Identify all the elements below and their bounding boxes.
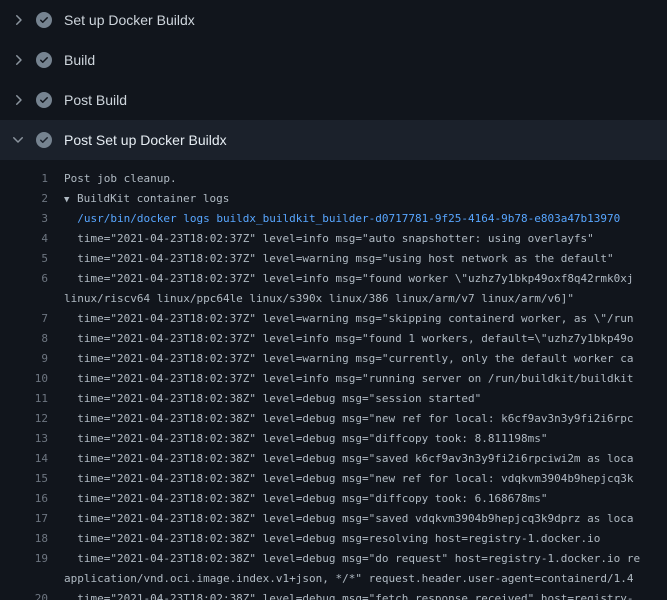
- log-line-text: linux/riscv64 linux/ppc64le linux/s390x …: [48, 292, 574, 305]
- log-line-text: application/vnd.oci.image.index.v1+json,…: [48, 572, 634, 585]
- log-line-text: time="2021-04-23T18:02:38Z" level=debug …: [48, 592, 634, 600]
- log-line: 19 time="2021-04-23T18:02:38Z" level=deb…: [0, 548, 667, 568]
- log-line-continuation: application/vnd.oci.image.index.v1+json,…: [0, 568, 667, 588]
- log-line-text: time="2021-04-23T18:02:37Z" level=info m…: [48, 372, 634, 385]
- log-line-text: time="2021-04-23T18:02:38Z" level=debug …: [48, 532, 600, 545]
- log-line-number[interactable]: 9: [0, 352, 48, 365]
- step-title: Set up Docker Buildx: [64, 12, 195, 28]
- log-line: 12 time="2021-04-23T18:02:38Z" level=deb…: [0, 408, 667, 428]
- log-line-number[interactable]: 6: [0, 272, 48, 285]
- log-command-text: /usr/bin/docker logs buildx_buildkit_bui…: [48, 212, 620, 225]
- log-line-text: time="2021-04-23T18:02:37Z" level=warnin…: [48, 352, 634, 365]
- log-line-number[interactable]: 11: [0, 392, 48, 405]
- log-line: 5 time="2021-04-23T18:02:37Z" level=warn…: [0, 248, 667, 268]
- log-line-text: time="2021-04-23T18:02:38Z" level=debug …: [48, 412, 634, 425]
- log-line: 14 time="2021-04-23T18:02:38Z" level=deb…: [0, 448, 667, 468]
- log-line: 15 time="2021-04-23T18:02:38Z" level=deb…: [0, 468, 667, 488]
- check-circle-icon: [36, 12, 52, 28]
- check-circle-icon: [36, 52, 52, 68]
- step-title: Post Build: [64, 92, 127, 108]
- log-line-text: time="2021-04-23T18:02:38Z" level=debug …: [48, 492, 547, 505]
- log-line-continuation: linux/riscv64 linux/ppc64le linux/s390x …: [0, 288, 667, 308]
- log-line-text: time="2021-04-23T18:02:38Z" level=debug …: [48, 452, 634, 465]
- log-line-text: time="2021-04-23T18:02:37Z" level=info m…: [48, 332, 634, 345]
- workflow-log-viewer: Set up Docker Buildx Build Post Build Post …: [0, 0, 667, 600]
- log-line-number[interactable]: 20: [0, 592, 48, 600]
- log-line-number[interactable]: 13: [0, 432, 48, 445]
- log-line: 16 time="2021-04-23T18:02:38Z" level=deb…: [0, 488, 667, 508]
- log-line-number[interactable]: 15: [0, 472, 48, 485]
- log-line-number[interactable]: 17: [0, 512, 48, 525]
- log-line: 17 time="2021-04-23T18:02:38Z" level=deb…: [0, 508, 667, 528]
- log-line-number[interactable]: 4: [0, 232, 48, 245]
- log-line-number[interactable]: 8: [0, 332, 48, 345]
- steps-list: Set up Docker Buildx Build Post Build Post …: [0, 0, 667, 160]
- log-line: 9 time="2021-04-23T18:02:37Z" level=warn…: [0, 348, 667, 368]
- log-line-number[interactable]: 14: [0, 452, 48, 465]
- chevron-down-icon[interactable]: [10, 132, 26, 148]
- log-line-text: time="2021-04-23T18:02:38Z" level=debug …: [48, 552, 640, 565]
- log-line-text: time="2021-04-23T18:02:38Z" level=debug …: [48, 392, 481, 405]
- log-line-text: time="2021-04-23T18:02:38Z" level=debug …: [48, 512, 634, 525]
- log-line-number[interactable]: 18: [0, 532, 48, 545]
- step-title: Build: [64, 52, 95, 68]
- log-line: 11 time="2021-04-23T18:02:38Z" level=deb…: [0, 388, 667, 408]
- log-line-text: Post job cleanup.: [48, 172, 177, 185]
- log-line-text: time="2021-04-23T18:02:37Z" level=info m…: [48, 272, 634, 285]
- log-line-number[interactable]: 10: [0, 372, 48, 385]
- log-line: 3 /usr/bin/docker logs buildx_buildkit_b…: [0, 208, 667, 228]
- log-line: 2▼BuildKit container logs: [0, 188, 667, 208]
- log-line: 18 time="2021-04-23T18:02:38Z" level=deb…: [0, 528, 667, 548]
- group-expanded-icon[interactable]: ▼: [64, 195, 77, 205]
- chevron-right-icon[interactable]: [10, 52, 26, 68]
- chevron-right-icon[interactable]: [10, 92, 26, 108]
- log-line: 13 time="2021-04-23T18:02:38Z" level=deb…: [0, 428, 667, 448]
- check-circle-icon: [36, 92, 52, 108]
- log-line: 4 time="2021-04-23T18:02:37Z" level=info…: [0, 228, 667, 248]
- step-post-build[interactable]: Post Build: [0, 80, 667, 120]
- log-line: 1Post job cleanup.: [0, 168, 667, 188]
- log-line-number[interactable]: 19: [0, 552, 48, 565]
- log-line-number[interactable]: 16: [0, 492, 48, 505]
- log-line: 20 time="2021-04-23T18:02:38Z" level=deb…: [0, 588, 667, 600]
- log-line-number[interactable]: 12: [0, 412, 48, 425]
- log-line: 7 time="2021-04-23T18:02:37Z" level=warn…: [0, 308, 667, 328]
- log-line: 8 time="2021-04-23T18:02:37Z" level=info…: [0, 328, 667, 348]
- step-build[interactable]: Build: [0, 40, 667, 80]
- check-circle-icon: [36, 132, 52, 148]
- log-line-text: time="2021-04-23T18:02:37Z" level=warnin…: [48, 252, 614, 265]
- chevron-right-icon[interactable]: [10, 12, 26, 28]
- log-line: 6 time="2021-04-23T18:02:37Z" level=info…: [0, 268, 667, 288]
- log-line-text: time="2021-04-23T18:02:38Z" level=debug …: [48, 472, 634, 485]
- log-line-number[interactable]: 2: [0, 192, 48, 205]
- log-line-text: time="2021-04-23T18:02:38Z" level=debug …: [48, 432, 547, 445]
- log-line-number[interactable]: 5: [0, 252, 48, 265]
- step-title: Post Set up Docker Buildx: [64, 132, 227, 148]
- step-post-set-up-docker-buildx[interactable]: Post Set up Docker Buildx: [0, 120, 667, 160]
- step-set-up-docker-buildx[interactable]: Set up Docker Buildx: [0, 0, 667, 40]
- log-line-number[interactable]: 1: [0, 172, 48, 185]
- log-line-text: time="2021-04-23T18:02:37Z" level=info m…: [48, 232, 594, 245]
- log-line-text: time="2021-04-23T18:02:37Z" level=warnin…: [48, 312, 634, 325]
- log-line-number[interactable]: 3: [0, 212, 48, 225]
- log-section: 1Post job cleanup.2▼BuildKit container l…: [0, 160, 667, 600]
- log-line-text[interactable]: ▼BuildKit container logs: [48, 192, 229, 205]
- log-line-number[interactable]: 7: [0, 312, 48, 325]
- log-line: 10 time="2021-04-23T18:02:37Z" level=inf…: [0, 368, 667, 388]
